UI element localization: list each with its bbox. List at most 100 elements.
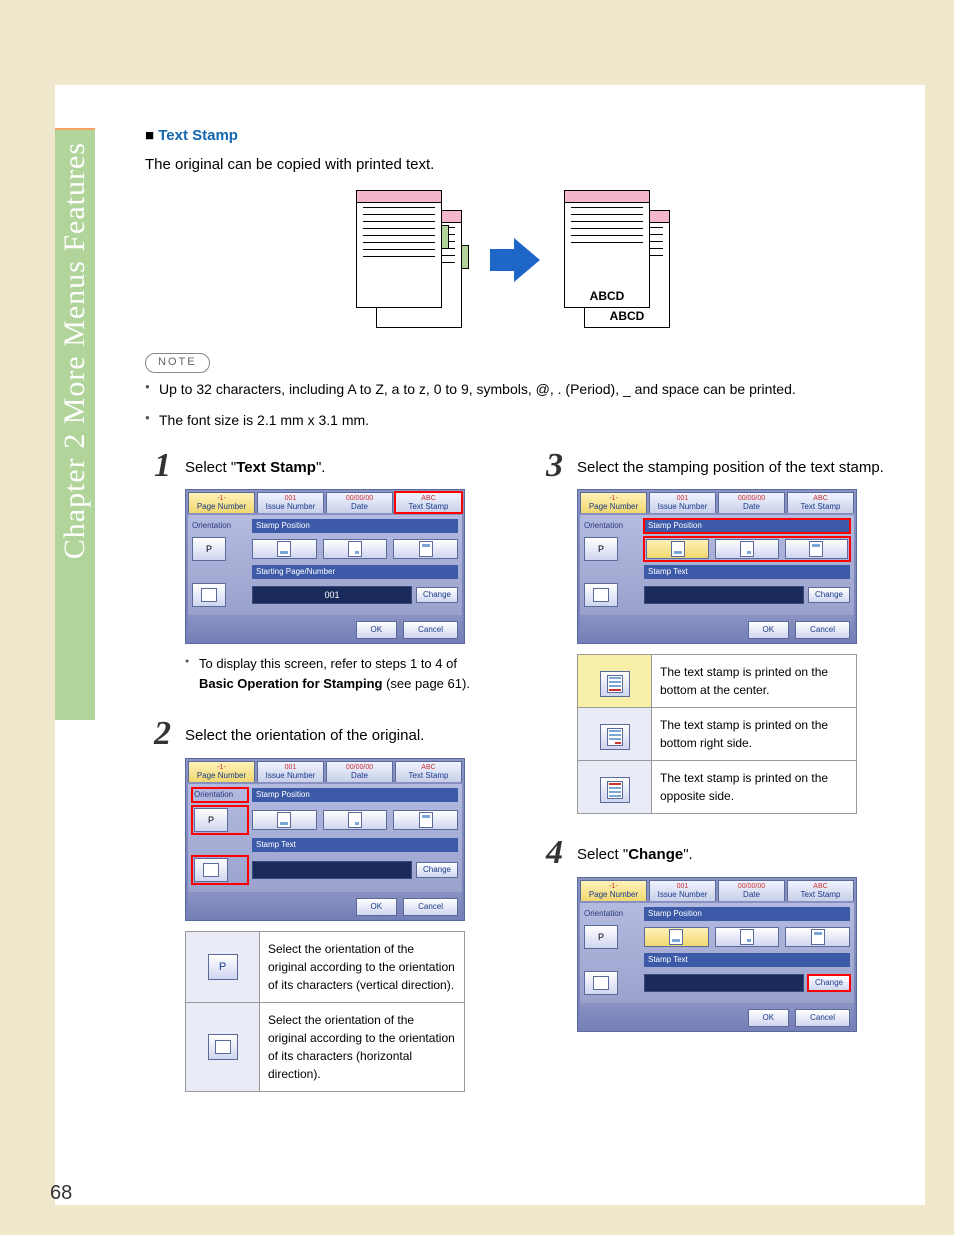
tab-date[interactable]: 00/00/00Date [326,761,393,782]
label-stamp-text: Stamp Text [644,953,850,967]
orientation-portrait-button[interactable]: P [584,537,618,561]
ok-button[interactable]: OK [748,1009,790,1027]
step-3-instruction: Select the stamping position of the text… [577,457,885,480]
content-area: Text Stamp The original can be copied wi… [55,85,925,1134]
tab-date[interactable]: 00/00/00Date [326,492,393,513]
table-row: Select the orientation of the original a… [186,1003,465,1092]
stamp-text-display [644,586,804,604]
step-2: 2 Select the orientation of the original… [145,717,493,1102]
chapter-side-tab-text: Chapter 2 More Menus Features [58,130,92,571]
label-orientation: Orientation [584,520,640,532]
ok-button[interactable]: OK [748,621,790,639]
orientation-portrait-button[interactable]: P [194,808,228,832]
step-4: 4 Select "Change". -1-Page Number 001Iss… [537,836,885,1042]
note-label: NOTE [145,353,210,373]
stamp-text-display [252,861,412,879]
note-item: Up to 32 characters, including A to Z, a… [145,379,885,400]
change-button[interactable]: Change [808,587,850,603]
orientation-landscape-button[interactable] [584,583,618,607]
position-option-desc: The text stamp is printed on the bottom … [652,655,857,708]
orientation-options-table: P Select the orientation of the original… [185,931,465,1092]
diagram-stamp-text-back: ABCD [585,305,669,327]
note-list: Up to 32 characters, including A to Z, a… [145,379,885,431]
starting-page-display: 001 [252,586,412,604]
change-button[interactable]: Change [416,587,458,603]
step-1-subnote: To display this screen, refer to steps 1… [185,654,493,693]
tab-date[interactable]: 00/00/00Date [718,880,785,901]
tab-page-number[interactable]: -1-Page Number [580,880,647,901]
steps-columns: 1 Select "Text Stamp". -1-Page Number 00… [145,449,885,1115]
label-orientation: Orientation [192,520,248,532]
position-center-icon [600,671,630,697]
change-button[interactable]: Change [808,975,850,991]
step-number: 4 [537,836,563,870]
diagram-stamped-stack: ABCD ABCD [564,190,674,330]
label-stamp-position: Stamp Position [644,907,850,921]
cancel-button[interactable]: Cancel [403,898,458,916]
step-1: 1 Select "Text Stamp". -1-Page Number 00… [145,449,493,706]
position-option-desc: The text stamp is printed on the bottom … [652,708,857,761]
orientation-landscape-button[interactable] [192,583,226,607]
step-number: 1 [145,449,171,483]
stamp-position-center-button[interactable] [644,927,709,947]
stamp-position-opposite-button[interactable] [393,539,458,559]
stamp-position-center-button[interactable] [252,539,317,559]
tab-issue-number[interactable]: 001Issue Number [649,880,716,901]
stamp-position-opposite-button[interactable] [785,539,848,559]
orientation-portrait-icon: P [208,954,238,980]
cancel-button[interactable]: Cancel [795,621,850,639]
column-right: 3 Select the stamping position of the te… [537,449,885,1115]
tab-page-number[interactable]: -1-Page Number [580,492,647,513]
position-options-table: The text stamp is printed on the bottom … [577,654,857,814]
table-row: The text stamp is printed on the bottom … [578,655,857,708]
stamp-position-opposite-button[interactable] [785,927,850,947]
screenshot-step4: -1-Page Number 001Issue Number 00/00/00D… [577,877,857,1032]
diagram-original-stack [356,190,466,330]
position-opposite-icon [600,777,630,803]
tab-date[interactable]: 00/00/00Date [718,492,785,513]
stamp-position-opposite-button[interactable] [393,810,458,830]
cancel-button[interactable]: Cancel [795,1009,850,1027]
stamp-position-right-button[interactable] [715,539,778,559]
tab-page-number[interactable]: -1-Page Number [188,492,255,513]
label-starting-page: Starting Page/Number [252,565,458,579]
stamp-text-display [644,974,804,992]
step-number: 3 [537,449,563,483]
position-right-icon [600,724,630,750]
stamp-position-right-button[interactable] [323,810,388,830]
tab-text-stamp[interactable]: ABCText Stamp [395,761,462,782]
label-orientation: Orientation [192,788,248,802]
change-button[interactable]: Change [416,862,458,878]
label-orientation: Orientation [584,908,640,920]
label-stamp-text: Stamp Text [644,565,850,579]
arrow-icon [490,238,540,282]
table-row: P Select the orientation of the original… [186,932,465,1003]
orientation-landscape-button[interactable] [194,858,228,882]
step-number: 2 [145,717,171,751]
tab-issue-number[interactable]: 001Issue Number [649,492,716,513]
ok-button[interactable]: OK [356,898,398,916]
screenshot-step3: -1-Page Number 001Issue Number 00/00/00D… [577,489,857,644]
tab-text-stamp[interactable]: ABCText Stamp [787,492,854,513]
diagram-stamp-text-front: ABCD [565,285,649,307]
tab-text-stamp[interactable]: ABCText Stamp [395,492,462,513]
stamp-position-center-button[interactable] [252,810,317,830]
stamp-position-right-button[interactable] [323,539,388,559]
tab-issue-number[interactable]: 001Issue Number [257,492,324,513]
page-body: Text Stamp The original can be copied wi… [55,85,925,1205]
orientation-portrait-button[interactable]: P [192,537,226,561]
illustration-row: ABCD ABCD [145,190,885,330]
tab-text-stamp[interactable]: ABCText Stamp [787,880,854,901]
tab-page-number[interactable]: -1-Page Number [188,761,255,782]
column-left: 1 Select "Text Stamp". -1-Page Number 00… [145,449,493,1115]
orientation-portrait-button[interactable]: P [584,925,618,949]
section-title: Text Stamp [145,125,885,148]
tab-issue-number[interactable]: 001Issue Number [257,761,324,782]
orientation-landscape-icon [208,1034,238,1060]
label-stamp-text: Stamp Text [252,838,458,852]
cancel-button[interactable]: Cancel [403,621,458,639]
ok-button[interactable]: OK [356,621,398,639]
orientation-landscape-button[interactable] [584,971,618,995]
stamp-position-right-button[interactable] [715,927,780,947]
stamp-position-center-button[interactable] [646,539,709,559]
